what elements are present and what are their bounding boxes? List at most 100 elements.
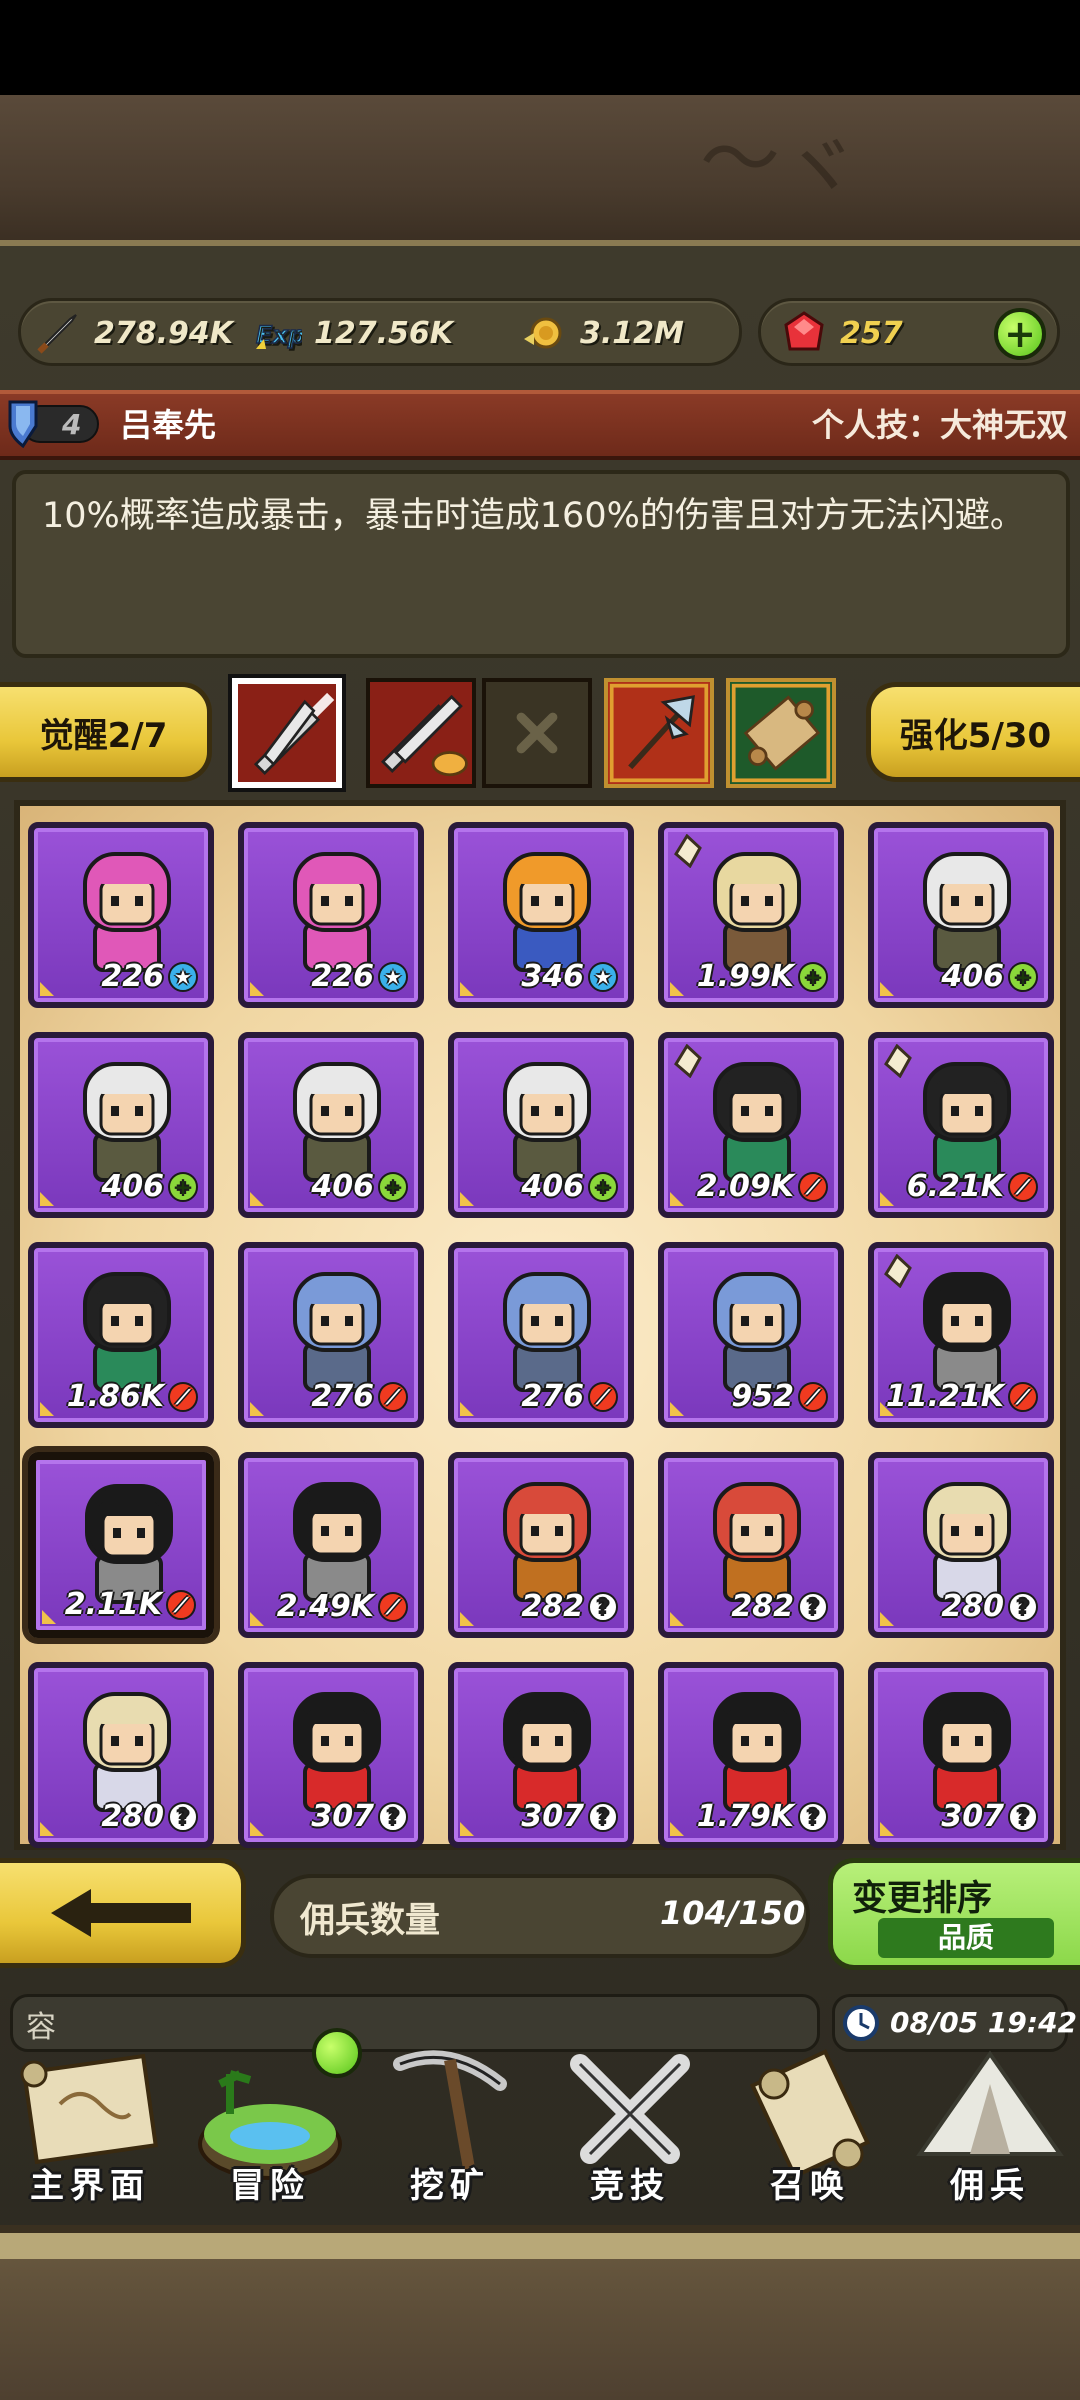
mercenary-value: 226 ★ (101, 959, 198, 994)
mercenary-card[interactable]: 2.09K ⟋ (658, 1032, 844, 1218)
mercenary-value: 952 ⟋ (731, 1379, 828, 1414)
attack-resource: 278.94K (34, 308, 233, 358)
mercenary-value-text: 307 (311, 1799, 374, 1834)
mercenary-card[interactable]: 280? (28, 1662, 214, 1848)
mercenary-card[interactable]: 406 + (238, 1032, 424, 1218)
plus-badge-icon: + (588, 1171, 618, 1202)
mercenary-card[interactable]: 346 ★ (448, 822, 634, 1008)
plus-badge-icon: + (378, 1171, 408, 1202)
rarity-marker (670, 1402, 684, 1416)
skill-description-box: 10%概率造成暴击，暴击时造成160%的伤害且对方无法闪避。 (12, 470, 1070, 658)
mercenary-card[interactable]: 226 ★ (28, 822, 214, 1008)
mercenary-card[interactable]: 282? (448, 1452, 634, 1638)
mercenary-value-text: 2.09K (696, 1169, 794, 1204)
awaken-crystal-icon (674, 834, 702, 868)
mercenary-card[interactable]: 1.79K? (658, 1662, 844, 1848)
atk-badge-icon: ⟋ (166, 1589, 196, 1620)
nav-mining[interactable]: 挖矿 (360, 2040, 540, 2220)
change-sort-label: 变更排序 (852, 1879, 993, 1919)
skill-slot-4[interactable] (604, 678, 714, 788)
skill-slot-3[interactable] (482, 678, 592, 788)
gold-coin-icon (520, 309, 568, 357)
rarity-marker (40, 1402, 54, 1416)
mercenary-card[interactable]: 307? (448, 1662, 634, 1848)
q-badge-icon: ? (1008, 1591, 1038, 1622)
clock-icon (843, 2005, 879, 2041)
skill-slot-1[interactable] (228, 674, 346, 792)
mercenary-value-text: 282 (521, 1589, 584, 1624)
mercenary-value: 280? (941, 1589, 1038, 1624)
mercenary-value: 280? (101, 1799, 198, 1834)
mercenary-card[interactable]: 406 + (448, 1032, 634, 1218)
skill-slot-5[interactable] (726, 678, 836, 788)
rarity-marker (250, 1402, 264, 1416)
mercenary-card[interactable]: 276 ⟋ (448, 1242, 634, 1428)
mercenary-value-text: 346 (521, 959, 584, 994)
mercenary-portrait (503, 852, 591, 972)
mercenary-card[interactable]: 1.86K ⟋ (28, 1242, 214, 1428)
mercenary-card[interactable]: 952 ⟋ (658, 1242, 844, 1428)
awaken-crystal-icon (674, 1044, 702, 1078)
mercenary-card[interactable]: 2.49K ⟋ (238, 1452, 424, 1638)
mercenary-grid: 226 ★ 226 ★ 346 ★ 1.99K +406 +406 +406 +406 +2.09K ⟋… (14, 800, 1066, 1850)
mercenary-value: 1.86K ⟋ (67, 1379, 198, 1414)
exp-resource: Exp 127.56K (254, 308, 453, 358)
crossed-swords-icon (238, 684, 336, 782)
skill-slot-2[interactable] (366, 678, 476, 788)
star-badge-icon: ★ (378, 961, 408, 992)
atk-badge-icon: ⟋ (1008, 1381, 1038, 1412)
mercenary-card[interactable]: 307? (868, 1662, 1054, 1848)
nav-main[interactable]: 主界面 (0, 2040, 180, 2220)
mercenary-card[interactable]: 282? (658, 1452, 844, 1638)
nav-mercenary[interactable]: 佣兵 (900, 2040, 1080, 2220)
nav-mercenary-label: 佣兵 (950, 2166, 1030, 2206)
mercenary-portrait (83, 1062, 171, 1182)
awaken-button[interactable]: 觉醒2/7 (0, 682, 212, 782)
bottom-background (0, 2225, 1080, 2400)
rarity-marker (460, 1612, 474, 1626)
nav-main-label: 主界面 (30, 2166, 150, 2206)
enhance-button[interactable]: 强化5/30 (866, 682, 1080, 782)
atk-badge-icon: ⟋ (588, 1381, 618, 1412)
mercenary-portrait (713, 852, 801, 972)
nav-summon[interactable]: 召唤 (720, 2040, 900, 2220)
empty-slot-x-icon (516, 712, 558, 754)
add-gems-button[interactable]: + (994, 308, 1046, 360)
awaken-crystal-icon (884, 1254, 912, 1288)
rarity-marker (250, 982, 264, 996)
mercenary-portrait (503, 1692, 591, 1812)
enhance-label: 强化5/30 (899, 715, 1052, 756)
atk-badge-icon: ⟋ (378, 1591, 408, 1622)
star-badge-icon: ★ (588, 961, 618, 992)
atk-badge-icon: ⟋ (378, 1381, 408, 1412)
back-button[interactable] (0, 1858, 246, 1968)
mercenary-card[interactable]: 406 + (868, 822, 1054, 1008)
mercenary-value: 406 + (521, 1169, 618, 1204)
gem-value: 257 (840, 315, 903, 351)
q-badge-icon: ? (378, 1801, 408, 1832)
rarity-marker (250, 1612, 264, 1626)
mercenary-portrait (923, 1272, 1011, 1392)
mercenary-card[interactable]: 11.21K ⟋ (868, 1242, 1054, 1428)
mercenary-value: 406 + (101, 1169, 198, 1204)
plus-badge-icon: + (168, 1171, 198, 1202)
mercenary-portrait (293, 1062, 381, 1182)
exp-value: 127.56K (314, 315, 454, 351)
mercenary-value-text: 952 (731, 1379, 794, 1414)
rarity-marker (460, 1822, 474, 1836)
mercenary-value: 6.21K ⟋ (907, 1169, 1038, 1204)
mercenary-card[interactable]: 2.11K ⟋ (28, 1452, 214, 1638)
mercenary-card[interactable]: 226 ★ (238, 822, 424, 1008)
personal-skill-label: 个人技：大神无双 (811, 406, 1068, 444)
mercenary-card[interactable]: 406 + (28, 1032, 214, 1218)
mercenary-value: 2.11K ⟋ (65, 1587, 196, 1622)
mercenary-card[interactable]: 280? (868, 1452, 1054, 1638)
mercenary-card[interactable]: 276 ⟋ (238, 1242, 424, 1428)
mercenary-card[interactable]: 307? (238, 1662, 424, 1848)
nav-arena-label: 竞技 (590, 2166, 670, 2206)
mercenary-card[interactable]: 6.21K ⟋ (868, 1032, 1054, 1218)
rarity-marker (40, 982, 54, 996)
nav-arena[interactable]: 竞技 (540, 2040, 720, 2220)
rarity-marker (670, 982, 684, 996)
mercenary-card[interactable]: 1.99K + (658, 822, 844, 1008)
